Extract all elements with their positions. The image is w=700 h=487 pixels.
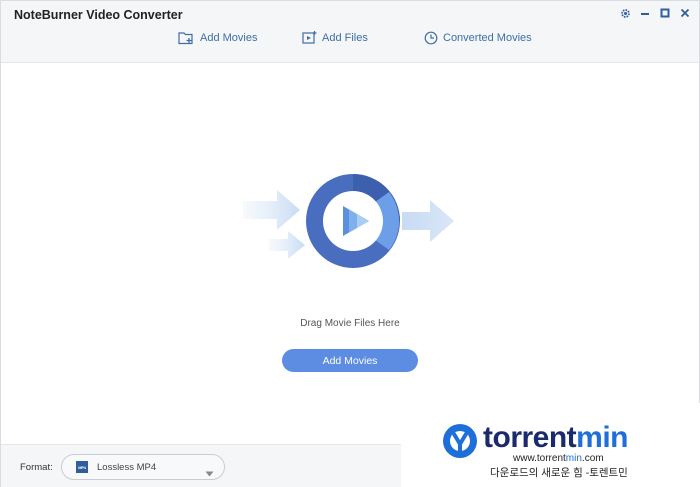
drag-hint-text: Drag Movie Files Here	[300, 318, 400, 329]
maximize-icon[interactable]	[659, 7, 671, 19]
torrentmin-logo-icon	[441, 422, 479, 465]
add-files-label: Add Files	[322, 32, 368, 44]
gear-icon[interactable]	[619, 7, 631, 19]
minimize-icon[interactable]	[639, 7, 651, 19]
toolbar: Add Movies Add Files Converted Movies	[1, 31, 699, 51]
add-movies-label: Add Movies	[200, 32, 258, 44]
chevron-down-icon	[205, 464, 214, 482]
add-folder-icon	[178, 31, 195, 45]
converted-movies-label: Converted Movies	[443, 32, 532, 44]
window-controls	[619, 7, 691, 19]
format-value: Lossless MP4	[97, 461, 157, 473]
app-title: NoteBurner Video Converter	[14, 8, 183, 22]
add-video-icon	[302, 31, 317, 45]
title-bar: NoteBurner Video Converter Add Movies Ad…	[1, 1, 699, 63]
app-window: NoteBurner Video Converter Add Movies Ad…	[0, 0, 700, 487]
format-label: Format:	[20, 462, 53, 473]
converted-movies-button[interactable]: Converted Movies	[424, 31, 532, 45]
add-files-button[interactable]: Add Files	[302, 31, 368, 45]
watermark-url: www.torrentmin.com	[513, 453, 604, 464]
add-movies-main-button[interactable]: Add Movies	[282, 349, 418, 372]
format-dropdown[interactable]: MP4 Lossless MP4	[61, 454, 225, 480]
watermark: torrentmin www.torrentmin.com 다운로드의 새로운 …	[401, 403, 700, 487]
convert-illustration	[241, 174, 471, 274]
close-icon[interactable]	[679, 7, 691, 19]
watermark-tagline: 다운로드의 새로운 힘 -토렌트민	[490, 467, 628, 479]
clock-icon	[424, 31, 438, 45]
add-movies-button[interactable]: Add Movies	[178, 31, 257, 45]
watermark-brand: torrentmin	[483, 421, 629, 454]
mp4-format-icon: MP4	[76, 461, 88, 473]
drop-zone[interactable]: Drag Movie Files Here Add Movies	[1, 64, 699, 444]
